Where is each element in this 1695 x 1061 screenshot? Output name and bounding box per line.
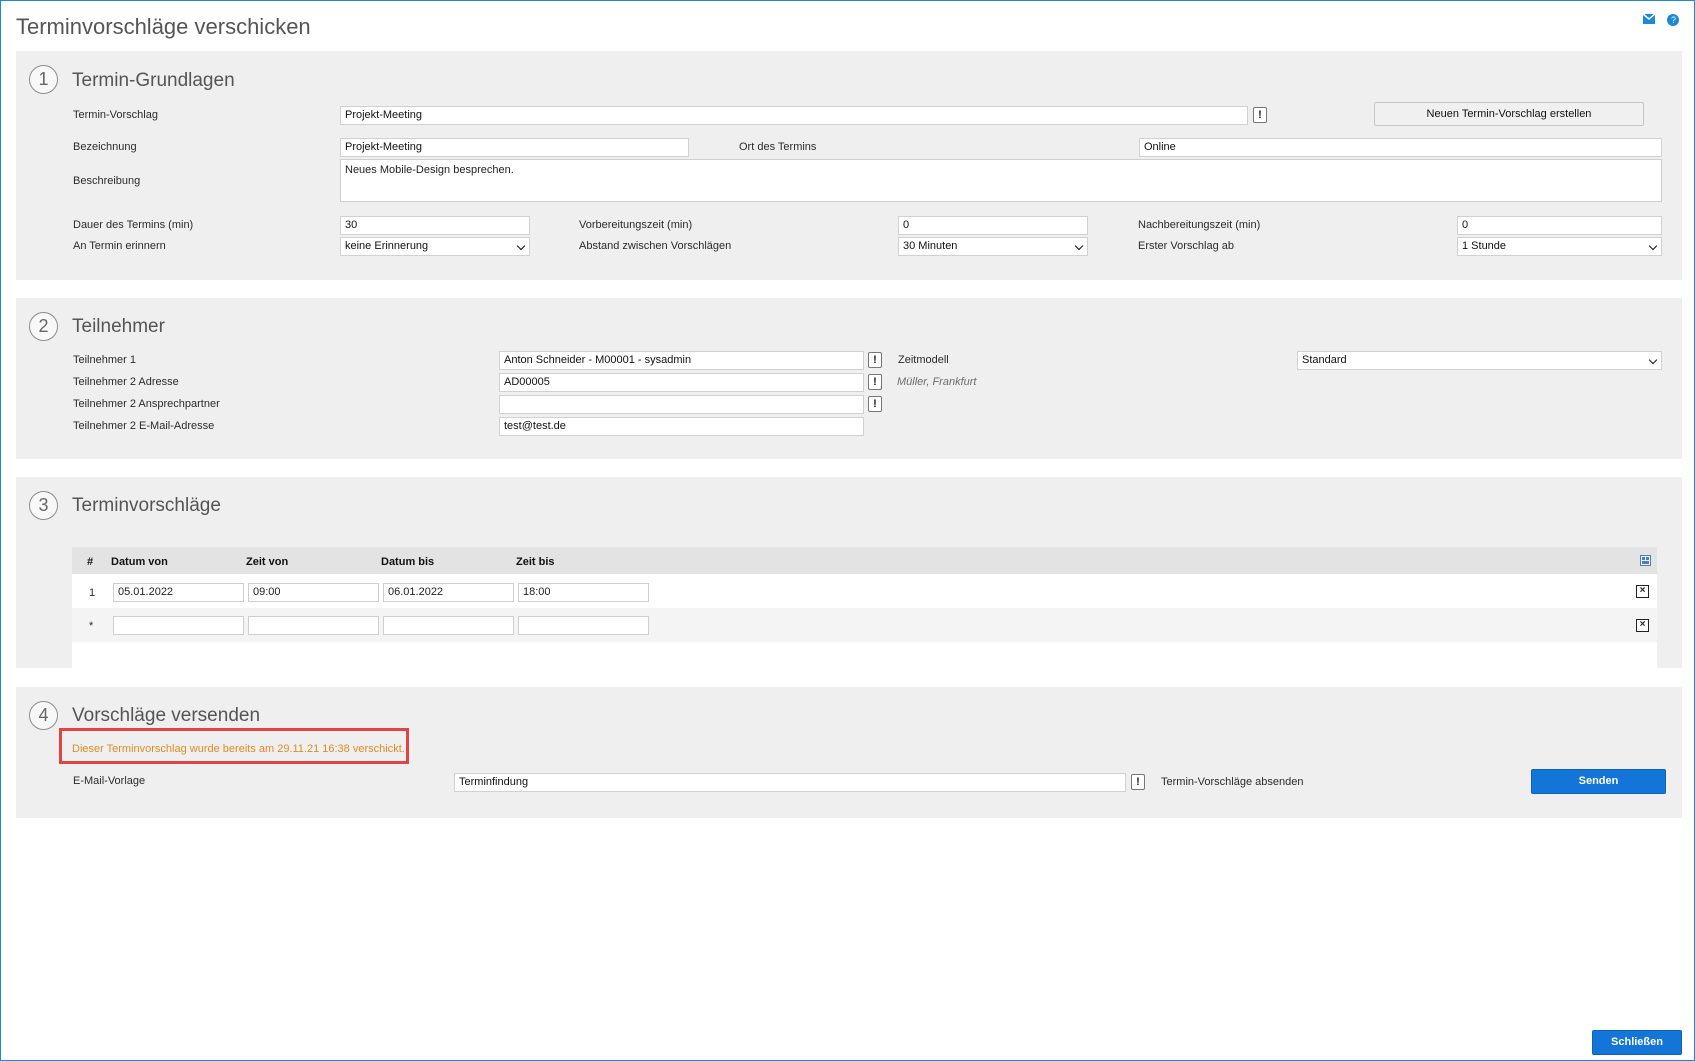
email-vorlage-field[interactable]: Terminfindung	[454, 773, 1126, 792]
zeit-von-field[interactable]: 09:00	[248, 583, 379, 602]
already-sent-notice: Dieser Terminvorschlag wurde bereits am …	[72, 743, 405, 755]
label-teilnehmer-1: Teilnehmer 1	[73, 354, 136, 366]
termin-vorschlag-field[interactable]: Projekt-Meeting	[340, 106, 1248, 125]
teilnehmer-1-info-icon[interactable]: !	[868, 352, 882, 368]
dauer-field[interactable]: 30	[340, 216, 530, 235]
column-header-zeit-bis: Zeit bis	[516, 556, 555, 568]
zeit-von-field[interactable]	[248, 616, 379, 635]
column-header-datum-bis: Datum bis	[381, 556, 435, 568]
delete-row-icon[interactable]: ×	[1636, 585, 1649, 598]
beschreibung-textarea[interactable]: Neues Mobile-Design besprechen.	[340, 159, 1662, 202]
column-header-zeit-von: Zeit von	[246, 556, 289, 568]
label-dauer: Dauer des Termins (min)	[73, 219, 194, 231]
table-row: * ×	[72, 608, 1657, 642]
section-title: Termin-Grundlagen	[72, 70, 235, 91]
send-button[interactable]: Senden	[1531, 769, 1666, 794]
label-nachbereitung: Nachbereitungszeit (min)	[1138, 219, 1261, 231]
delete-row-icon[interactable]: ×	[1636, 619, 1649, 632]
datum-von-field[interactable]: 05.01.2022	[113, 583, 244, 602]
label-termin-vorschlag: Termin-Vorschlag	[73, 109, 158, 121]
label-beschreibung: Beschreibung	[73, 175, 141, 187]
datum-bis-field[interactable]	[383, 616, 514, 635]
section-number: 4	[29, 701, 58, 730]
label-zeitmodell: Zeitmodell	[898, 354, 949, 366]
label-teilnehmer-2-ansprechpartner: Teilnehmer 2 Ansprechpartner	[73, 398, 220, 410]
section-number: 3	[29, 491, 58, 520]
label-erster: Erster Vorschlag ab	[1138, 240, 1234, 252]
section-vorschlaege-versenden: 4 Vorschläge versenden Dieser Terminvors…	[16, 687, 1682, 818]
teilnehmer-1-field[interactable]: Anton Schneider - M00001 - sysadmin	[499, 351, 864, 370]
section-number: 1	[29, 65, 58, 94]
label-vorbereitung: Vorbereitungszeit (min)	[579, 219, 693, 231]
bezeichnung-field[interactable]: Projekt-Meeting	[340, 138, 689, 157]
label-abstand: Abstand zwischen Vorschlägen	[579, 240, 732, 252]
label-ort: Ort des Termins	[739, 141, 817, 153]
row-number: *	[89, 620, 94, 632]
datum-bis-field[interactable]: 06.01.2022	[383, 583, 514, 602]
table-header: # Datum von Zeit von Datum bis Zeit bis	[72, 547, 1657, 574]
table-settings-icon[interactable]	[1640, 555, 1651, 566]
table-row: 1 05.01.2022 09:00 06.01.2022 18:00 ×	[72, 574, 1657, 608]
nachbereitung-field[interactable]: 0	[1457, 216, 1662, 235]
new-termin-vorschlag-button[interactable]: Neuen Termin-Vorschlag erstellen	[1374, 102, 1644, 126]
email-vorlage-info-icon[interactable]: !	[1131, 774, 1145, 790]
help-icon[interactable]: ?	[1666, 13, 1680, 26]
zeit-bis-field[interactable]: 18:00	[518, 583, 649, 602]
close-button[interactable]: Schließen	[1592, 1030, 1682, 1055]
teilnehmer-2-adresse-field[interactable]: AD00005	[499, 373, 864, 392]
column-header-datum-von: Datum von	[111, 556, 168, 568]
column-header-number: #	[87, 556, 94, 568]
erinnern-select[interactable]: keine Erinnerung	[340, 237, 530, 256]
section-title: Teilnehmer	[72, 316, 165, 337]
section-title: Terminvorschläge	[72, 495, 221, 516]
mail-icon[interactable]	[1642, 13, 1656, 25]
datum-von-field[interactable]	[113, 616, 244, 635]
teilnehmer-2-email-field[interactable]: test@test.de	[499, 417, 864, 436]
termin-vorschlag-info-icon[interactable]: !	[1253, 107, 1267, 123]
page-title: Terminvorschläge verschicken	[16, 14, 311, 39]
label-erinnern: An Termin erinnern	[73, 240, 166, 252]
teilnehmer-2-ansprechpartner-info-icon[interactable]: !	[868, 396, 882, 412]
abstand-select[interactable]: 30 Minuten	[898, 237, 1088, 256]
vorbereitung-field[interactable]: 0	[898, 216, 1088, 235]
label-teilnehmer-2-adresse: Teilnehmer 2 Adresse	[73, 376, 179, 388]
window-icons: ?	[1642, 13, 1680, 26]
section-teilnehmer: 2 Teilnehmer Teilnehmer 1 Anton Schneide…	[16, 298, 1682, 459]
teilnehmer-2-adresse-info-icon[interactable]: !	[868, 374, 882, 390]
section-number: 2	[29, 312, 58, 341]
row-number: 1	[89, 587, 96, 599]
section-terminvorschlaege: 3 Terminvorschläge # Datum von Zeit von …	[16, 477, 1682, 677]
section-title: Vorschläge versenden	[72, 705, 261, 726]
svg-text:?: ?	[1671, 15, 1676, 25]
dialog-window: Terminvorschläge verschicken ? 1 Termin-…	[0, 0, 1695, 1061]
zeit-bis-field[interactable]	[518, 616, 649, 635]
ort-field[interactable]: Online	[1139, 138, 1662, 157]
label-bezeichnung: Bezeichnung	[73, 141, 137, 153]
section-termin-grundlagen: 1 Termin-Grundlagen Termin-Vorschlag Pro…	[16, 51, 1682, 280]
address-hint: Müller, Frankfurt	[897, 376, 977, 388]
zeitmodell-select[interactable]: Standard	[1297, 351, 1662, 370]
label-send-proposals: Termin-Vorschläge absenden	[1161, 776, 1304, 788]
label-email-vorlage: E-Mail-Vorlage	[73, 775, 146, 787]
erster-select[interactable]: 1 Stunde	[1457, 237, 1662, 256]
terminvorschlaege-table: # Datum von Zeit von Datum bis Zeit bis …	[72, 547, 1657, 677]
teilnehmer-2-ansprechpartner-field[interactable]	[499, 395, 864, 414]
label-teilnehmer-2-email: Teilnehmer 2 E-Mail-Adresse	[73, 420, 215, 432]
